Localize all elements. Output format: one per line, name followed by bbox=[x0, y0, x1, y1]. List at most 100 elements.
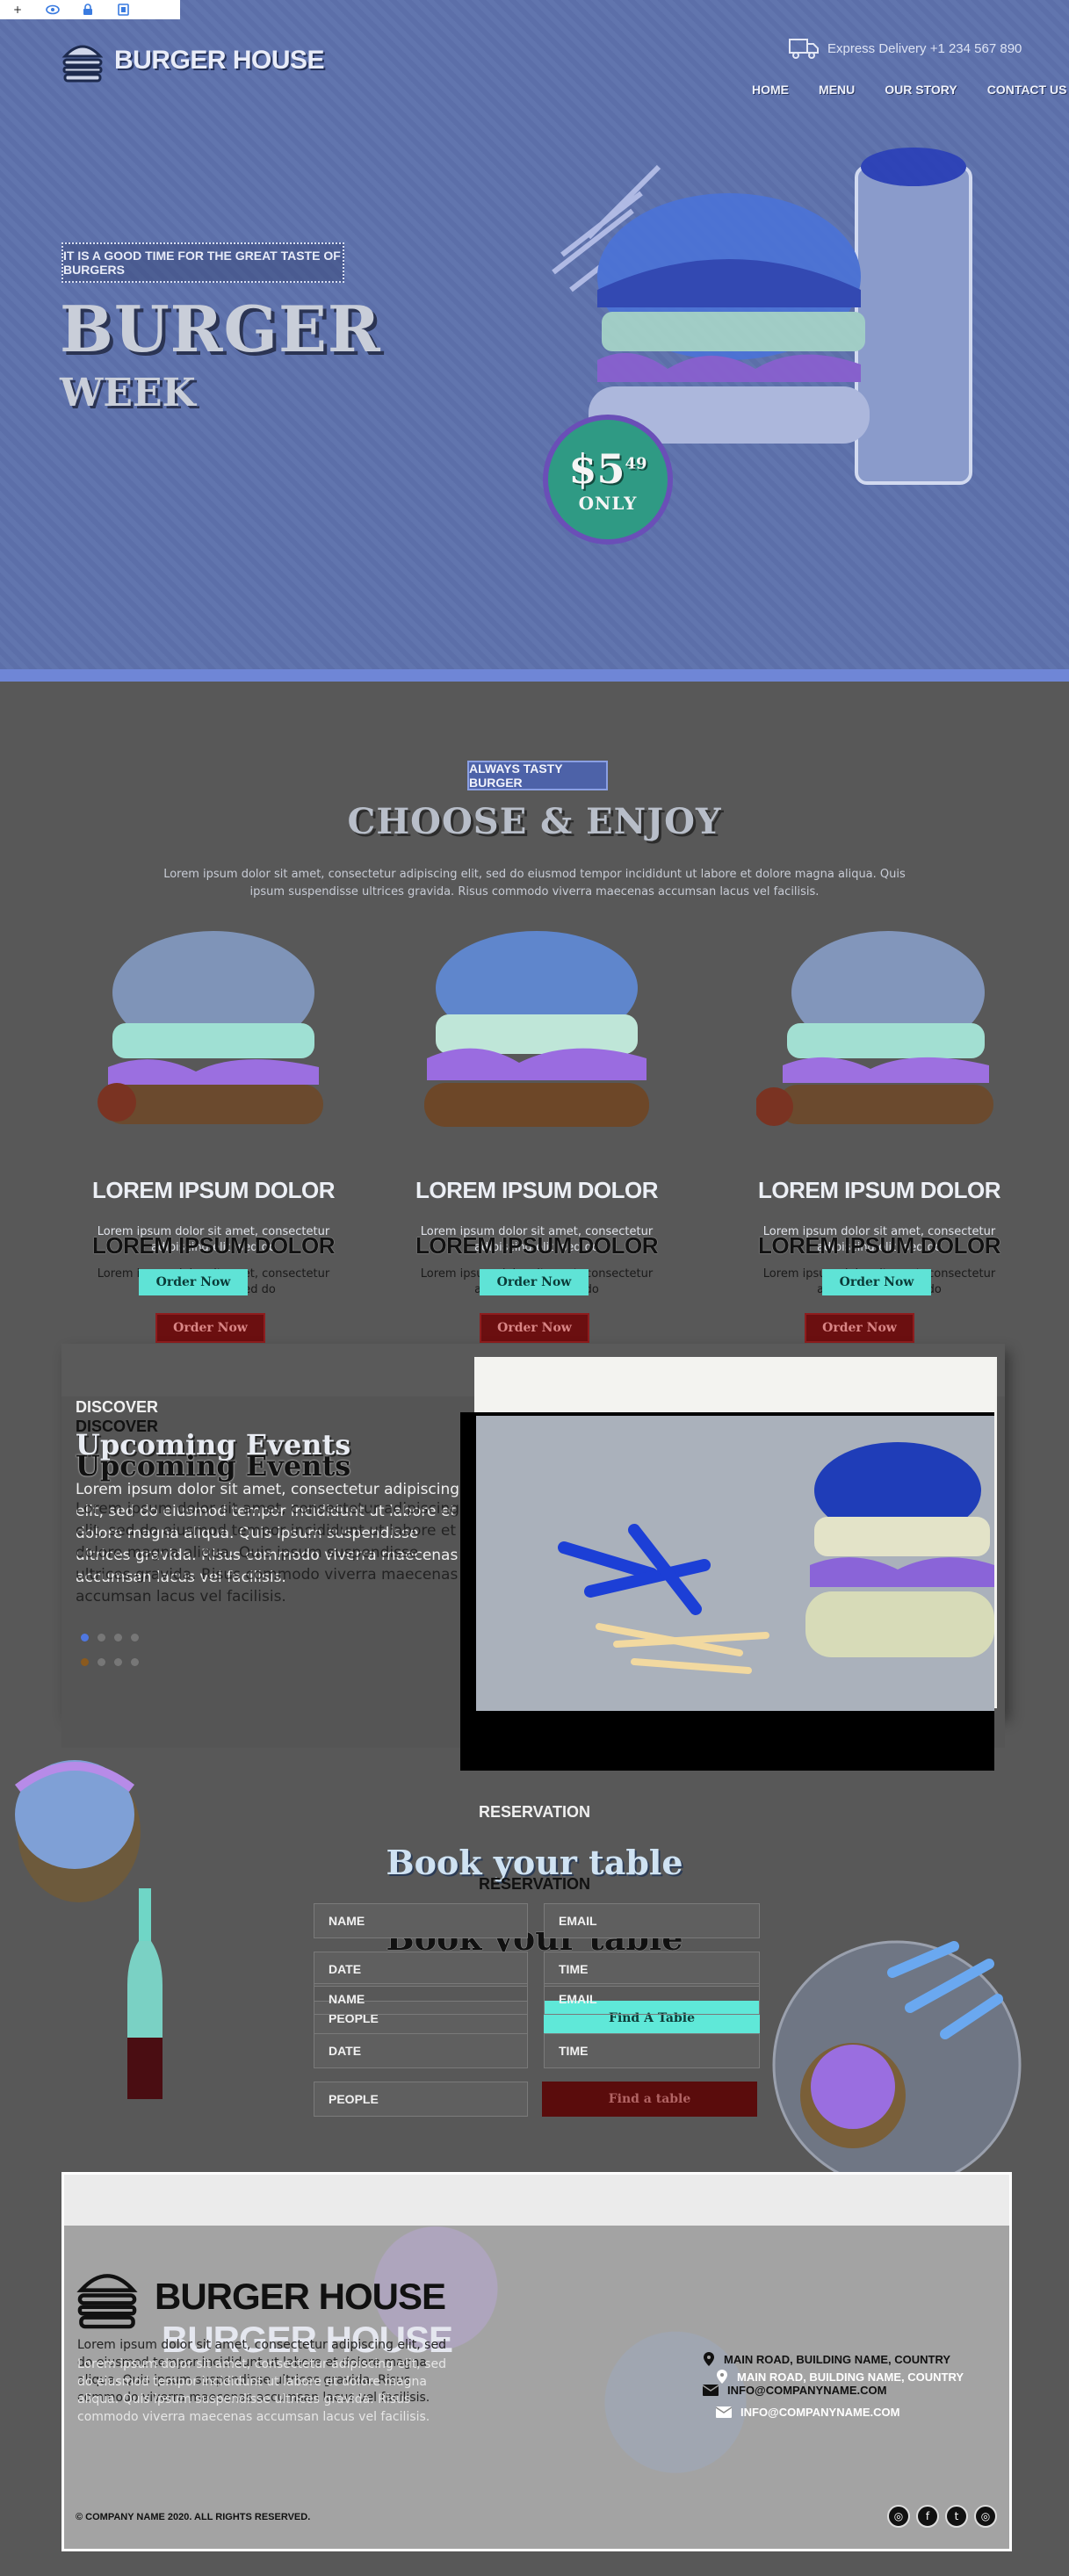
name-input-overlay[interactable] bbox=[329, 1992, 513, 2006]
lock-icon[interactable] bbox=[70, 0, 105, 19]
envelope-icon bbox=[716, 2406, 732, 2418]
footer-top-band bbox=[64, 2175, 1009, 2226]
time-input[interactable] bbox=[559, 1962, 745, 1976]
order-now-button[interactable]: Order Now bbox=[155, 1313, 265, 1343]
delivery-phone: Express Delivery +1 234 567 890 bbox=[827, 40, 1022, 56]
burger-image bbox=[98, 931, 323, 1124]
section-badge: ALWAYS TASTY BURGER bbox=[467, 761, 608, 790]
footer-address: MAIN ROAD, BUILDING NAME, COUNTRY bbox=[703, 2351, 950, 2367]
footer-email[interactable]: INFO@COMPANYNAME.COM bbox=[703, 2384, 886, 2397]
price-note: ONLY bbox=[578, 493, 638, 514]
brand-logo[interactable]: BURGER HOUSE bbox=[61, 39, 325, 83]
facebook-icon[interactable]: f bbox=[916, 2505, 939, 2528]
twitter-icon[interactable]: t bbox=[945, 2505, 968, 2528]
location-pin-icon bbox=[717, 2370, 727, 2384]
events-description-overlay: Lorem ipsum dolor sit amet, consectetur … bbox=[76, 1500, 460, 1605]
order-now-button[interactable]: Order Now bbox=[480, 1313, 589, 1343]
carousel-dot[interactable] bbox=[131, 1634, 139, 1642]
delivery-info: Express Delivery +1 234 567 890 bbox=[789, 37, 1022, 60]
email-input-overlay[interactable] bbox=[559, 1992, 745, 2006]
order-now-button[interactable]: Order Now bbox=[805, 1313, 914, 1343]
section-description: Lorem ipsum dolor sit amet, consectetur … bbox=[163, 868, 906, 898]
address-text: MAIN ROAD, BUILDING NAME, COUNTRY bbox=[724, 2352, 951, 2366]
burger-image bbox=[424, 931, 649, 1127]
burger-icon bbox=[61, 39, 104, 83]
main-nav: HOME MENU OUR STORY CONTACT US bbox=[752, 83, 1066, 97]
order-now-button-overlay[interactable]: Order Now bbox=[480, 1269, 589, 1295]
email-text: INFO@COMPANYNAME.COM bbox=[727, 2384, 887, 2397]
section-title: CHOOSE & ENJOY bbox=[347, 801, 722, 842]
price-cents: 49 bbox=[625, 454, 647, 473]
date-field-overlay[interactable] bbox=[314, 2033, 528, 2068]
order-now-button-overlay[interactable]: Order Now bbox=[822, 1269, 931, 1295]
reservation-label: RESERVATION bbox=[478, 1803, 591, 1821]
address-text-overlay: MAIN ROAD, BUILDING NAME, COUNTRY bbox=[737, 2370, 964, 2384]
delivery-truck-icon bbox=[789, 39, 819, 59]
editor-toolbar: + bbox=[0, 0, 180, 19]
carousel-dot[interactable] bbox=[81, 1634, 89, 1642]
product-card: LOREM IPSUM DOLOR Lorem ipsum dolor sit … bbox=[69, 927, 358, 1343]
price-amount: $5 bbox=[568, 445, 625, 493]
product-card: LOREM IPSUM DOLOR Lorem ipsum dolor sit … bbox=[734, 927, 1024, 1343]
date-input[interactable] bbox=[329, 1962, 513, 1976]
burger-icon bbox=[76, 2274, 138, 2329]
brand-name: BURGER HOUSE bbox=[114, 46, 325, 75]
people-field-overlay[interactable] bbox=[314, 2082, 528, 2117]
find-table-button[interactable]: Find a table bbox=[542, 2082, 757, 2117]
nav-our-story[interactable]: OUR STORY bbox=[885, 83, 957, 97]
name-field[interactable] bbox=[314, 1903, 528, 1938]
time-field-overlay[interactable] bbox=[544, 2033, 760, 2068]
events-image bbox=[460, 1412, 994, 1771]
envelope-icon bbox=[703, 2385, 719, 2396]
people-input-overlay[interactable] bbox=[329, 2092, 513, 2106]
carousel-dot[interactable] bbox=[98, 1658, 105, 1666]
hero-title: BURGER bbox=[60, 292, 381, 366]
footer-email-overlay[interactable]: INFO@COMPANYNAME.COM bbox=[716, 2406, 899, 2419]
events-title-overlay: Upcoming Events bbox=[76, 1449, 351, 1483]
carousel-dot[interactable] bbox=[81, 1658, 89, 1666]
instagram-icon[interactable]: ◎ bbox=[887, 2505, 910, 2528]
nav-menu[interactable]: MENU bbox=[819, 83, 855, 97]
eye-icon[interactable] bbox=[35, 0, 70, 19]
date-input-overlay[interactable] bbox=[329, 2044, 513, 2058]
time-field[interactable] bbox=[544, 1952, 760, 1987]
location-pin-icon bbox=[704, 2352, 714, 2366]
footer-description-overlay: Lorem ipsum dolor sit amet, consectetur … bbox=[77, 2357, 446, 2424]
footer-address-overlay: MAIN ROAD, BUILDING NAME, COUNTRY bbox=[716, 2369, 964, 2385]
email-field-overlay[interactable] bbox=[544, 1983, 760, 2015]
copy-icon[interactable] bbox=[105, 0, 141, 19]
time-input-overlay[interactable] bbox=[559, 2044, 745, 2058]
social-links: ◎ f t ◎ bbox=[887, 2505, 997, 2528]
hero-subtitle: WEEK bbox=[60, 371, 196, 415]
plus-icon[interactable]: + bbox=[0, 0, 35, 19]
carousel-dot[interactable] bbox=[98, 1634, 105, 1642]
carousel-dot[interactable] bbox=[114, 1658, 122, 1666]
burger-fries-photo bbox=[476, 1416, 994, 1711]
product-name-overlay: LOREM IPSUM DOLOR bbox=[415, 1232, 659, 1259]
name-input[interactable] bbox=[329, 1914, 513, 1928]
events-label: DISCOVER bbox=[76, 1398, 159, 1416]
product-card: LOREM IPSUM DOLOR Lorem ipsum dolor sit … bbox=[392, 927, 682, 1343]
nav-contact-us[interactable]: CONTACT US bbox=[987, 83, 1067, 97]
name-field-overlay[interactable] bbox=[314, 1983, 528, 2015]
email-input[interactable] bbox=[559, 1914, 745, 1928]
burger-image bbox=[756, 931, 993, 1126]
bottle-image bbox=[127, 1888, 163, 2099]
carousel-dot[interactable] bbox=[131, 1658, 139, 1666]
hero-divider bbox=[0, 669, 1069, 682]
price-badge: $549 ONLY bbox=[543, 415, 673, 545]
carousel-dots-overlay bbox=[81, 1658, 139, 1666]
copyright-text: © COMPANY NAME 2020. ALL RIGHTS RESERVED… bbox=[76, 2512, 311, 2522]
hero-tagline: IT IS A GOOD TIME FOR THE GREAT TASTE OF… bbox=[61, 242, 344, 283]
email-text-overlay: INFO@COMPANYNAME.COM bbox=[740, 2406, 900, 2419]
date-field[interactable] bbox=[314, 1952, 528, 1987]
carousel-dot[interactable] bbox=[114, 1634, 122, 1642]
product-name-overlay: LOREM IPSUM DOLOR bbox=[91, 1232, 336, 1259]
email-field[interactable] bbox=[544, 1903, 760, 1938]
product-name: LOREM IPSUM DOLOR bbox=[91, 1177, 336, 1203]
nav-home[interactable]: HOME bbox=[752, 83, 789, 97]
product-name: LOREM IPSUM DOLOR bbox=[757, 1177, 1001, 1203]
plate-food-image bbox=[772, 1940, 1022, 2190]
instagram-icon[interactable]: ◎ bbox=[974, 2505, 997, 2528]
order-now-button-overlay[interactable]: Order Now bbox=[139, 1269, 248, 1295]
